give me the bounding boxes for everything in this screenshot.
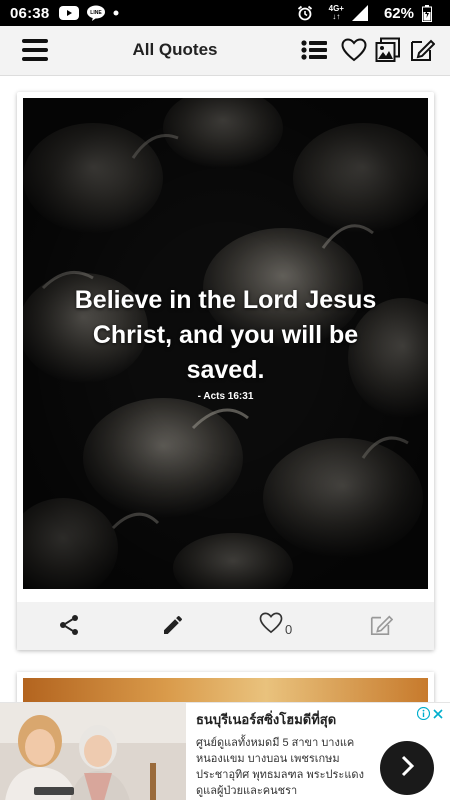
ad-open-button[interactable] bbox=[380, 741, 434, 795]
ad-title[interactable]: ธนบุรีเนอร์สซิ่งโฮมดีที่สุด bbox=[196, 709, 416, 730]
card-action-bar: 0 bbox=[17, 602, 434, 650]
chevron-right-icon bbox=[397, 754, 417, 783]
line-icon: LINE bbox=[87, 5, 106, 21]
status-time: 06:38 bbox=[10, 4, 50, 22]
youtube-icon bbox=[59, 6, 80, 20]
close-icon[interactable] bbox=[432, 707, 444, 725]
network-type: 4G+ ↓↑ bbox=[328, 4, 344, 21]
network-label: 4G+ bbox=[328, 4, 344, 13]
like-button[interactable]: 0 bbox=[259, 611, 292, 639]
ad-choices-icon[interactable] bbox=[416, 706, 431, 725]
battery-percent: 62% bbox=[383, 4, 414, 22]
ad-choices[interactable] bbox=[416, 706, 444, 725]
edit-icon[interactable] bbox=[369, 611, 393, 639]
share-icon[interactable] bbox=[57, 611, 81, 639]
gallery-icon[interactable] bbox=[374, 36, 402, 64]
top-app-bar: All Quotes bbox=[0, 26, 450, 76]
battery-icon bbox=[422, 4, 432, 22]
quote-text: Believe in the Lord Jesus Christ, and yo… bbox=[74, 286, 377, 384]
pencil-icon[interactable] bbox=[161, 611, 185, 639]
alarm-icon bbox=[297, 5, 313, 21]
dot-icon bbox=[113, 10, 119, 16]
ad-banner[interactable]: ธนบุรีเนอร์สซิ่งโฮมดีที่สุด ศูนย์ดูแลทั้… bbox=[0, 702, 450, 800]
menu-icon[interactable] bbox=[22, 37, 48, 63]
heart-icon[interactable] bbox=[340, 36, 368, 64]
edit-icon[interactable] bbox=[408, 36, 436, 64]
status-bar: 06:38 LINE 4G+ ↓↑ 62% bbox=[0, 0, 450, 26]
list-icon[interactable] bbox=[300, 36, 328, 64]
quote-image[interactable]: Believe in the Lord Jesus Christ, and yo… bbox=[23, 98, 428, 589]
page-title: All Quotes bbox=[132, 40, 218, 59]
ad-image[interactable] bbox=[0, 703, 186, 800]
heart-outline-icon bbox=[259, 612, 283, 639]
like-count: 0 bbox=[285, 621, 293, 637]
ad-body: ศูนย์ดูแลทั้งหมดมี 5 สาขา บางแค หนองแขม … bbox=[196, 737, 364, 797]
quote-reference: - Acts 16:31 bbox=[197, 391, 254, 402]
signal-icon bbox=[351, 5, 368, 21]
quote-card[interactable]: Believe in the Lord Jesus Christ, and yo… bbox=[17, 92, 434, 650]
svg-text:LINE: LINE bbox=[91, 10, 103, 16]
